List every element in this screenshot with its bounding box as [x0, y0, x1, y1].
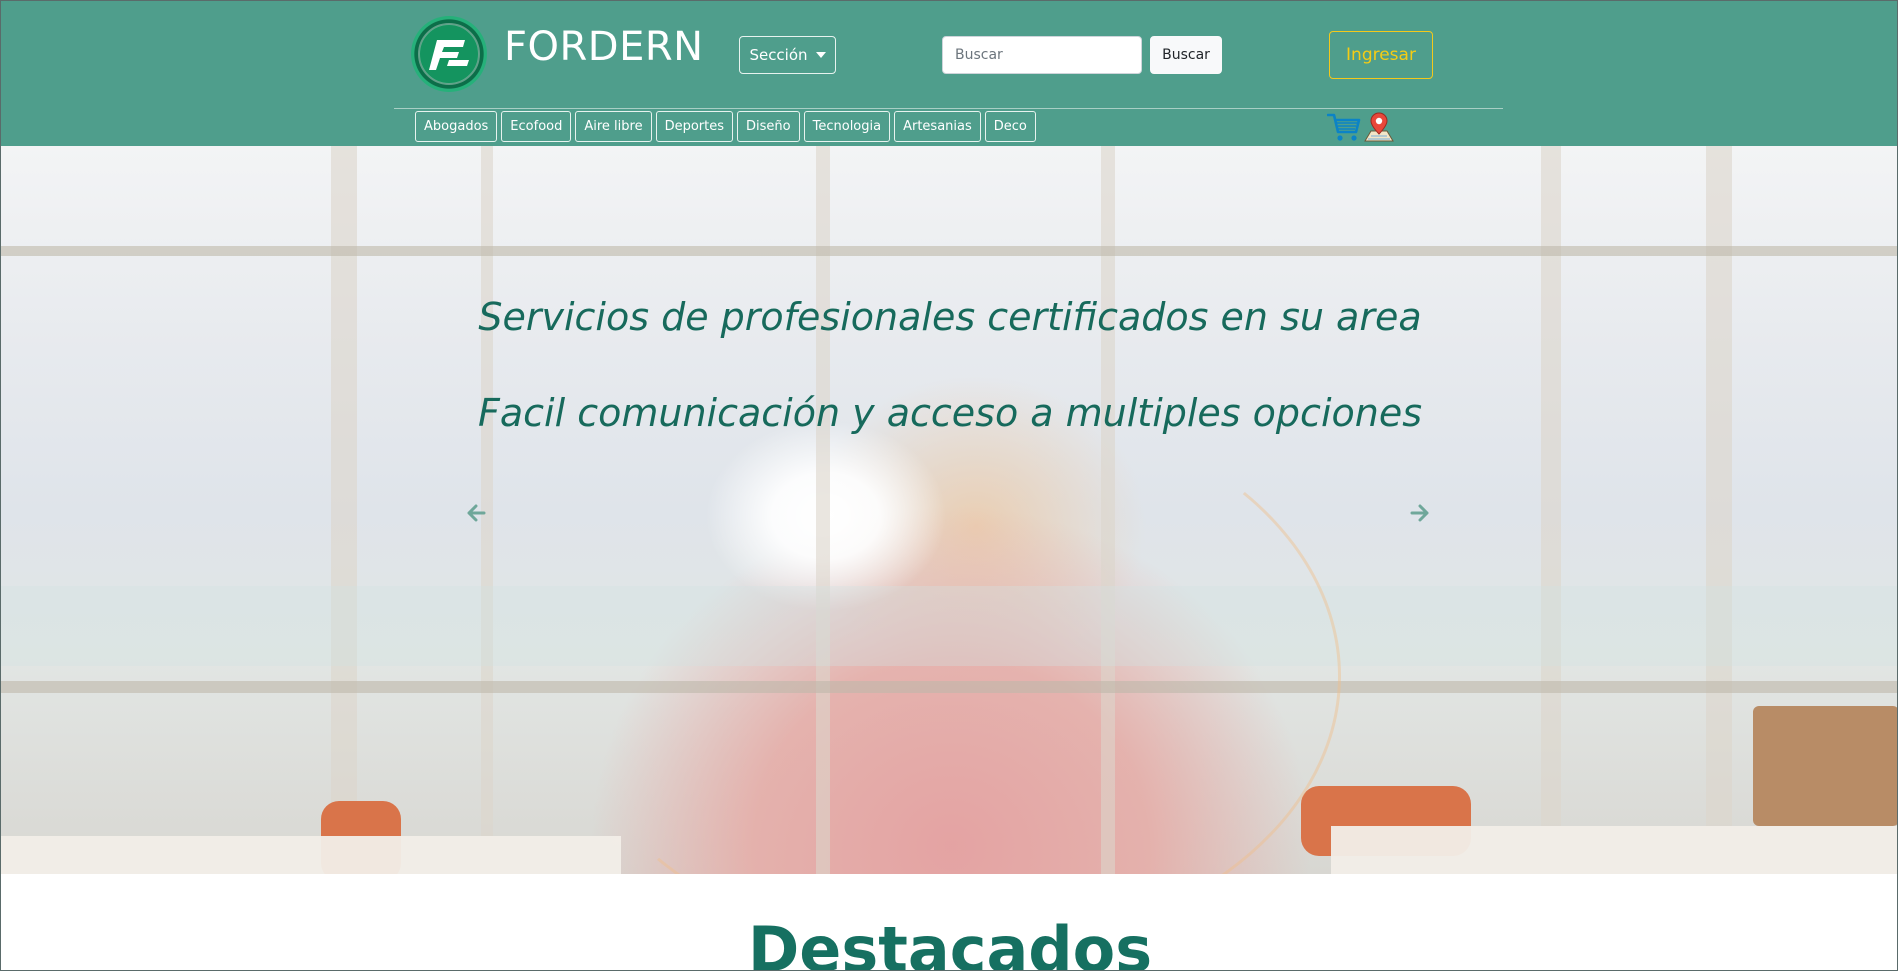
bg-lens-flare	[561, 396, 1341, 874]
category-deco[interactable]: Deco	[984, 111, 1036, 142]
bg-cardboard-box	[1753, 706, 1897, 826]
bg-table	[1, 836, 621, 874]
category-aire-libre[interactable]: Aire libre	[575, 111, 652, 142]
category-deportes[interactable]: Deportes	[655, 111, 734, 142]
search-button[interactable]: Buscar	[1150, 36, 1222, 74]
category-diseno[interactable]: Diseño	[737, 111, 800, 142]
bg-table	[1331, 826, 1897, 874]
caret-down-icon	[815, 52, 826, 58]
slide-caption-line-2: Facil comunicación y acceso a multiples …	[477, 391, 1423, 435]
cart-icon[interactable]	[1327, 111, 1361, 143]
category-nav: Abogados Ecofood Aire libre Deportes Dis…	[415, 111, 1036, 142]
brand-name[interactable]: FORDERN	[504, 27, 704, 67]
hero-carousel: Servicios de profesionales certificados …	[1, 146, 1897, 874]
section-dropdown-label: Sección	[749, 46, 808, 64]
brand-logo-mark-icon	[418, 23, 480, 85]
header-divider	[394, 108, 1503, 109]
top-navbar: FORDERN Sección Buscar Ingresar Abogados…	[1, 1, 1897, 146]
search-input[interactable]	[942, 36, 1142, 74]
chevron-left-icon	[467, 504, 486, 522]
page: FORDERN Sección Buscar Ingresar Abogados…	[0, 0, 1898, 971]
chevron-right-icon	[1410, 504, 1429, 522]
slide-caption-line-1: Servicios de profesionales certificados …	[478, 295, 1422, 339]
category-artesanias[interactable]: Artesanias	[894, 111, 981, 142]
category-ecofood[interactable]: Ecofood	[501, 111, 572, 142]
login-button[interactable]: Ingresar	[1329, 31, 1433, 79]
section-dropdown-button[interactable]: Sección	[739, 36, 836, 74]
bg-window-rail	[1, 246, 1897, 256]
brand-logo[interactable]	[411, 16, 487, 92]
featured-section-title: Destacados	[747, 913, 1153, 971]
carousel-next-button[interactable]	[1408, 501, 1432, 525]
carousel-prev-button[interactable]	[464, 501, 488, 525]
category-abogados[interactable]: Abogados	[415, 111, 498, 142]
category-tecnologia[interactable]: Tecnologia	[803, 111, 891, 142]
map-pin-icon[interactable]	[1363, 111, 1395, 143]
